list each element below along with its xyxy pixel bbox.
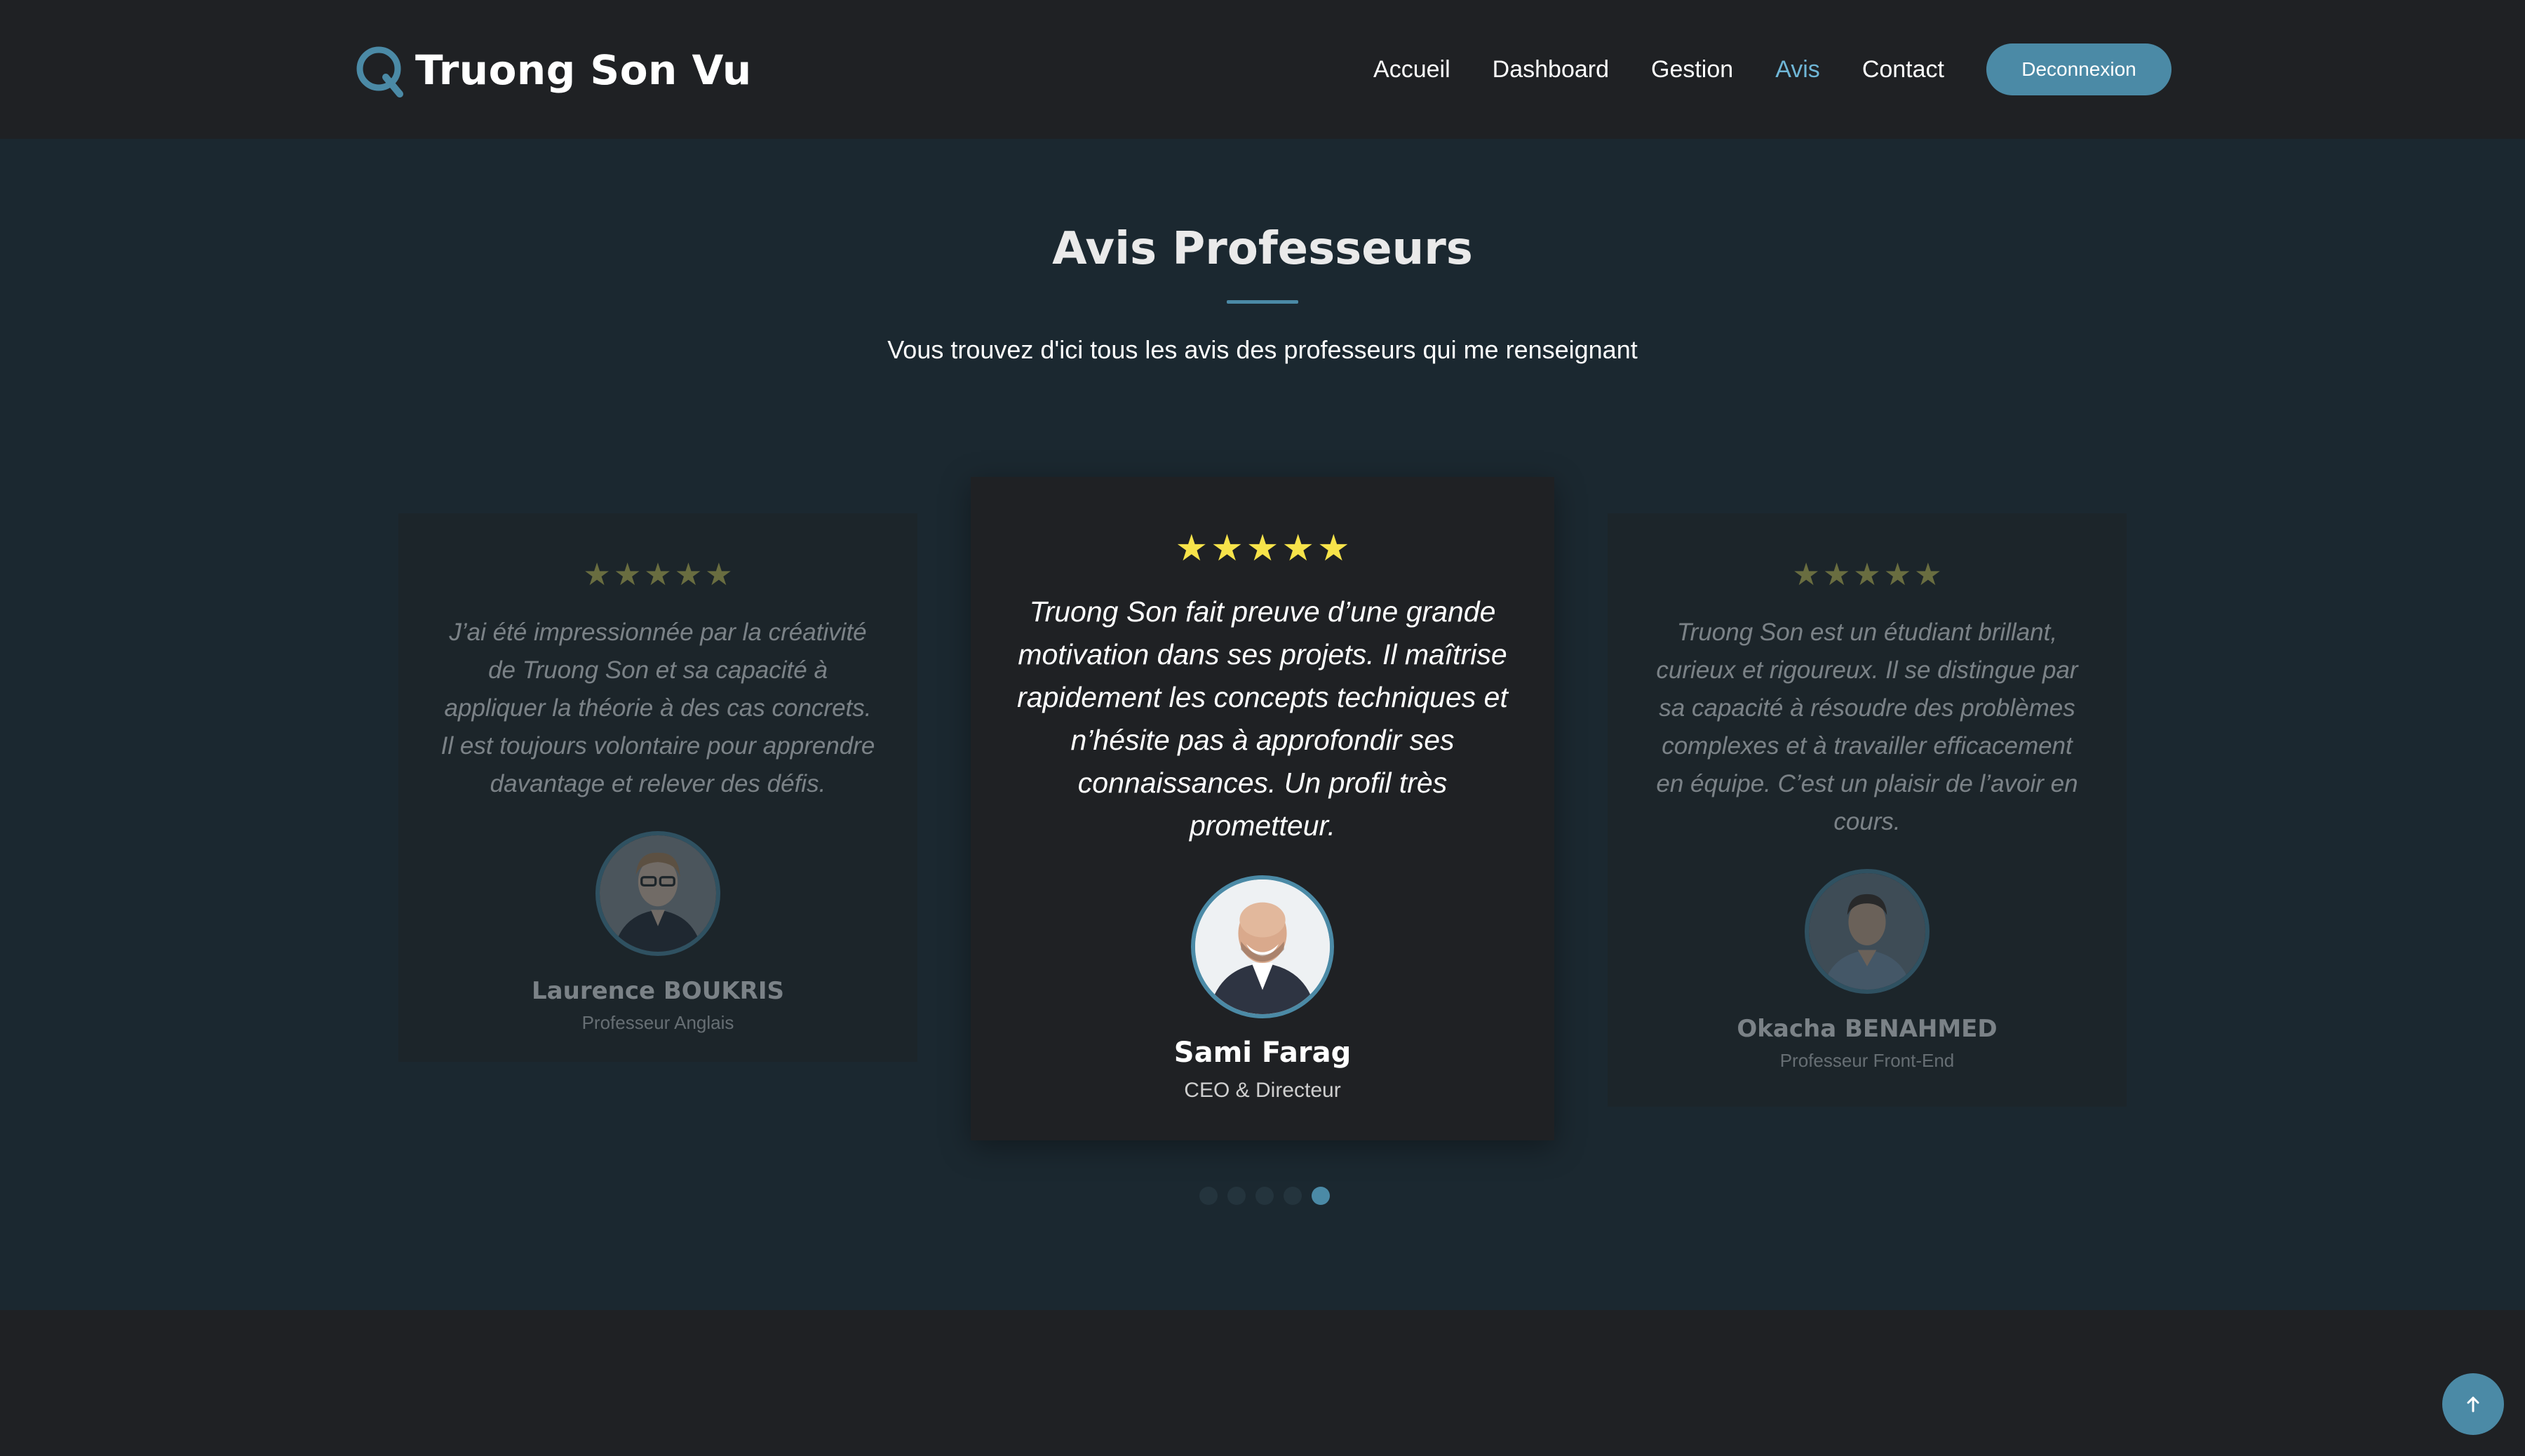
testimonial-card-sami[interactable]: ★ ★ ★ ★ ★ Truong Son fait preuve d’une g…: [971, 477, 1554, 1140]
testimonial-card-okacha[interactable]: ★ ★ ★ ★ ★ Truong Son est un étudiant bri…: [1608, 513, 2127, 1107]
arrow-up-icon: [2467, 1396, 2479, 1413]
star-icon: ★: [674, 558, 703, 592]
star-icon: ★: [1246, 528, 1279, 569]
carousel-dot-active[interactable]: [1312, 1187, 1330, 1205]
person-name: Sami Farag: [1173, 1037, 1352, 1069]
star-icon: ★: [1211, 528, 1244, 569]
avatar: [595, 831, 720, 956]
star-icon: ★: [1175, 528, 1208, 569]
person-name: Okacha BENAHMED: [1737, 1015, 1998, 1043]
carousel-dot[interactable]: [1227, 1187, 1246, 1205]
star-icon: ★: [1822, 558, 1851, 592]
brand-logo[interactable]: Truong Son Vu: [354, 41, 752, 100]
person-avatar-icon: [1809, 873, 1925, 990]
person-avatar-icon: [1195, 879, 1330, 1014]
carousel-pagination: [1199, 1187, 1340, 1205]
site-header: Truong Son Vu Accueil Dashboard Gestion …: [0, 0, 2525, 139]
logout-button[interactable]: Deconnexion: [1986, 43, 2172, 95]
star-icon: ★: [1792, 558, 1820, 592]
avatar: [1805, 869, 1930, 994]
star-rating: ★ ★ ★ ★ ★: [971, 527, 1554, 569]
nav-dashboard[interactable]: Dashboard: [1493, 56, 1609, 83]
nav-accueil[interactable]: Accueil: [1373, 56, 1450, 83]
carousel-dot[interactable]: [1199, 1187, 1218, 1205]
nav-gestion[interactable]: Gestion: [1651, 56, 1733, 83]
star-icon: ★: [1914, 558, 1942, 592]
brand-name: Truong Son Vu: [415, 46, 752, 94]
carousel-dot[interactable]: [1255, 1187, 1274, 1205]
nav-contact[interactable]: Contact: [1862, 56, 1944, 83]
back-to-top-button[interactable]: [2442, 1373, 2504, 1435]
title-divider: [1227, 300, 1298, 304]
star-icon: ★: [1281, 528, 1314, 569]
star-rating: ★ ★ ★ ★ ★: [1608, 557, 2127, 593]
person-avatar-icon: [600, 835, 716, 952]
star-icon: ★: [644, 558, 672, 592]
person-role: Professeur Front-End: [1779, 1050, 1955, 1071]
star-rating: ★ ★ ★ ★ ★: [398, 557, 917, 593]
star-icon: ★: [705, 558, 733, 592]
testimonial-card-laurence[interactable]: ★ ★ ★ ★ ★ J’ai été impressionnée par la …: [398, 513, 917, 1062]
section-title: Avis Professeurs: [1052, 223, 1473, 275]
person-role: Professeur Anglais: [581, 1012, 734, 1033]
main-nav: Accueil Dashboard Gestion Avis Contact D…: [1373, 43, 2172, 95]
q-logo-icon: [356, 46, 403, 97]
star-icon: ★: [1883, 558, 1912, 592]
site-footer: [0, 1310, 2525, 1456]
star-icon: ★: [583, 558, 611, 592]
testimonial-quote: Truong Son est un étudiant brillant, cur…: [1656, 619, 2078, 835]
star-icon: ★: [1317, 528, 1350, 569]
testimonial-quote: J’ai été impressionnée par la créativité…: [440, 619, 875, 797]
star-icon: ★: [1853, 558, 1881, 592]
carousel-dot[interactable]: [1284, 1187, 1302, 1205]
nav-avis[interactable]: Avis: [1775, 56, 1820, 83]
person-name: Laurence BOUKRIS: [532, 977, 784, 1005]
section-subtitle: Vous trouvez d'ici tous les avis des pro…: [887, 335, 1638, 364]
avatar: [1191, 875, 1334, 1018]
star-icon: ★: [613, 558, 642, 592]
testimonial-quote: Truong Son fait preuve d’une grande moti…: [1017, 595, 1508, 842]
person-role: CEO & Directeur: [1184, 1079, 1341, 1102]
